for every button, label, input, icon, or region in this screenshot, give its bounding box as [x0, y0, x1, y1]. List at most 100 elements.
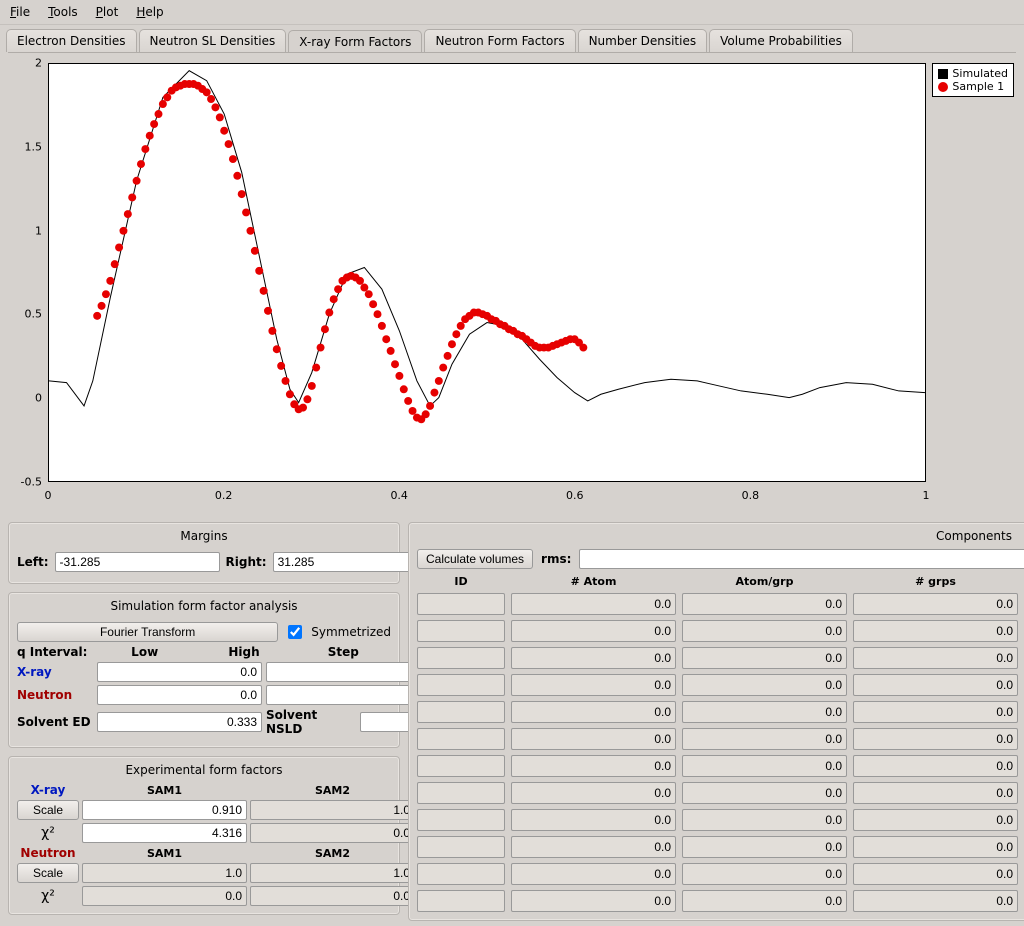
menu-plot[interactable]: Plot	[96, 5, 119, 19]
x-tick: 0.8	[742, 489, 760, 502]
comp-cell-r2-c2[interactable]	[682, 647, 847, 669]
xray-low-input[interactable]	[97, 662, 262, 682]
fourier-transform-button[interactable]: Fourier Transform	[17, 622, 278, 642]
comp-cell-r6-c3[interactable]	[853, 755, 1018, 777]
y-tick: 0.5	[8, 308, 46, 321]
circle-icon	[938, 82, 948, 92]
comp-cell-r6-c0[interactable]	[417, 755, 505, 777]
comp-cell-r7-c1[interactable]	[511, 782, 676, 804]
comp-cell-r8-c1[interactable]	[511, 809, 676, 831]
tab-neutron-sl-densities[interactable]: Neutron SL Densities	[139, 29, 287, 52]
exp-neutron-label: Neutron	[17, 846, 79, 860]
tab-volume-probabilities[interactable]: Volume Probabilities	[709, 29, 853, 52]
x-tick: 0	[45, 489, 52, 502]
comp-cell-r10-c3[interactable]	[853, 863, 1018, 885]
neu-scale-sam2[interactable]	[250, 863, 415, 883]
comp-cell-r1-c3[interactable]	[853, 620, 1018, 642]
neutron-low-input[interactable]	[97, 685, 262, 705]
comp-cell-r4-c3[interactable]	[853, 701, 1018, 723]
left-label: Left:	[17, 555, 49, 569]
solvent-ed-input[interactable]	[97, 712, 262, 732]
neu-chi-sam1[interactable]	[82, 886, 247, 906]
xray-high-input[interactable]	[266, 662, 431, 682]
xray-scale-sam2[interactable]	[250, 800, 415, 820]
margins-title: Margins	[17, 529, 391, 549]
menu-tools[interactable]: Tools	[48, 5, 78, 19]
comp-cell-r8-c2[interactable]	[682, 809, 847, 831]
tab-x-ray-form-factors[interactable]: X-ray Form Factors	[288, 30, 422, 53]
comp-cell-r0-c3[interactable]	[853, 593, 1018, 615]
chart-plot[interactable]	[48, 63, 926, 482]
exp-xray-label: X-ray	[17, 783, 79, 797]
rms-input[interactable]	[579, 549, 1024, 569]
comp-col-3: # grps	[853, 575, 1018, 588]
xray-chi-sam2[interactable]	[250, 823, 415, 843]
comp-cell-r4-c1[interactable]	[511, 701, 676, 723]
comp-cell-r2-c3[interactable]	[853, 647, 1018, 669]
tab-electron-densities[interactable]: Electron Densities	[6, 29, 137, 52]
comp-cell-r2-c0[interactable]	[417, 647, 505, 669]
comp-cell-r1-c2[interactable]	[682, 620, 847, 642]
xray-chi-sam1[interactable]	[82, 823, 247, 843]
neutron-scale-button[interactable]: Scale	[17, 863, 79, 883]
comp-cell-r2-c1[interactable]	[511, 647, 676, 669]
comp-cell-r3-c3[interactable]	[853, 674, 1018, 696]
xray-scale-sam1[interactable]	[82, 800, 247, 820]
right-label: Right:	[226, 555, 267, 569]
comp-cell-r11-c3[interactable]	[853, 890, 1018, 912]
comp-cell-r4-c2[interactable]	[682, 701, 847, 723]
comp-cell-r0-c2[interactable]	[682, 593, 847, 615]
comp-cell-r8-c3[interactable]	[853, 809, 1018, 831]
rms-label: rms:	[541, 552, 571, 566]
comp-cell-r1-c1[interactable]	[511, 620, 676, 642]
comp-cell-r11-c2[interactable]	[682, 890, 847, 912]
menubar: File Tools Plot Help	[0, 0, 1024, 25]
y-tick: -0.5	[8, 476, 46, 489]
comp-cell-r7-c0[interactable]	[417, 782, 505, 804]
tab-neutron-form-factors[interactable]: Neutron Form Factors	[424, 29, 575, 52]
comp-cell-r7-c3[interactable]	[853, 782, 1018, 804]
comp-cell-r11-c1[interactable]	[511, 890, 676, 912]
comp-cell-r4-c0[interactable]	[417, 701, 505, 723]
neu-chi-sam2[interactable]	[250, 886, 415, 906]
solvent-nsld-label: Solvent NSLD	[266, 708, 356, 736]
comp-cell-r10-c1[interactable]	[511, 863, 676, 885]
comp-col-1: # Atom	[511, 575, 676, 588]
comp-cell-r9-c3[interactable]	[853, 836, 1018, 858]
sim-title: Simulation form factor analysis	[17, 599, 391, 619]
legend-sample1: Sample 1	[952, 80, 1004, 93]
comp-cell-r7-c2[interactable]	[682, 782, 847, 804]
xray-scale-button[interactable]: Scale	[17, 800, 79, 820]
comp-cell-r5-c3[interactable]	[853, 728, 1018, 750]
comp-cell-r9-c1[interactable]	[511, 836, 676, 858]
comp-cell-r11-c0[interactable]	[417, 890, 505, 912]
comp-cell-r3-c1[interactable]	[511, 674, 676, 696]
menu-file[interactable]: File	[10, 5, 30, 19]
y-tick: 0	[8, 392, 46, 405]
comp-cell-r0-c1[interactable]	[511, 593, 676, 615]
y-tick: 1.5	[8, 140, 46, 153]
comp-cell-r0-c0[interactable]	[417, 593, 505, 615]
comp-cell-r8-c0[interactable]	[417, 809, 505, 831]
neu-scale-sam1[interactable]	[82, 863, 247, 883]
comp-cell-r5-c0[interactable]	[417, 728, 505, 750]
symmetrized-checkbox[interactable]	[288, 625, 302, 639]
comp-cell-r6-c1[interactable]	[511, 755, 676, 777]
tab-number-densities[interactable]: Number Densities	[578, 29, 708, 52]
comp-cell-r6-c2[interactable]	[682, 755, 847, 777]
comp-cell-r9-c0[interactable]	[417, 836, 505, 858]
comp-cell-r3-c2[interactable]	[682, 674, 847, 696]
comp-cell-r1-c0[interactable]	[417, 620, 505, 642]
margin-left-input[interactable]	[55, 552, 220, 572]
comp-cell-r10-c0[interactable]	[417, 863, 505, 885]
menu-help[interactable]: Help	[136, 5, 163, 19]
comp-cell-r5-c2[interactable]	[682, 728, 847, 750]
comp-cell-r9-c2[interactable]	[682, 836, 847, 858]
calculate-volumes-button[interactable]: Calculate volumes	[417, 549, 533, 569]
comp-cell-r5-c1[interactable]	[511, 728, 676, 750]
chart-area: Simulated Sample 1 -0.500.511.5200.20.40…	[8, 52, 1016, 512]
neutron-high-input[interactable]	[266, 685, 431, 705]
ncol-sam1: SAM1	[82, 847, 247, 860]
comp-cell-r10-c2[interactable]	[682, 863, 847, 885]
comp-cell-r3-c0[interactable]	[417, 674, 505, 696]
